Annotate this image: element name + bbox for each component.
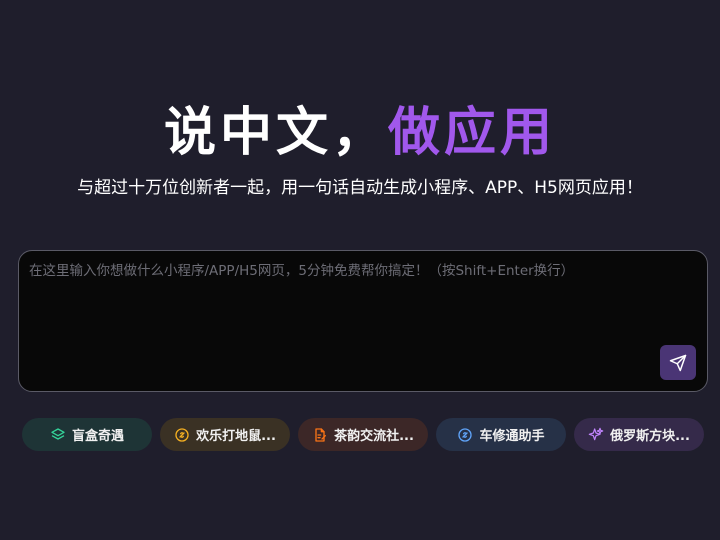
hero-title: 说中文，做应用 xyxy=(0,100,720,166)
prompt-input[interactable] xyxy=(29,261,659,351)
prompt-box xyxy=(18,250,708,392)
chip-label: 欢乐打地鼠... xyxy=(196,429,276,444)
hero-title-primary: 说中文， xyxy=(163,103,388,163)
document-edit-icon xyxy=(315,427,327,442)
chip-label: 车修通助手 xyxy=(479,429,545,444)
layers-icon xyxy=(51,427,65,440)
link-icon xyxy=(458,427,473,442)
link-icon xyxy=(175,427,189,442)
chip-whack-a-mole[interactable]: 欢乐打地鼠... xyxy=(160,418,290,451)
chip-label: 茶韵交流社... xyxy=(334,429,414,444)
chip-tetris[interactable]: 俄罗斯方块... xyxy=(574,418,704,451)
chip-blind-box[interactable]: 盲盒奇遇 xyxy=(22,418,152,451)
chip-tea-community[interactable]: 茶韵交流社... xyxy=(298,418,428,451)
send-icon xyxy=(669,354,687,371)
send-button[interactable] xyxy=(660,345,696,380)
page: 说中文，做应用 与超过十万位创新者一起，用一句话自动生成小程序、APP、H5网页… xyxy=(0,0,720,540)
hero-title-accent: 做应用 xyxy=(388,103,557,163)
chip-car-repair[interactable]: 车修通助手 xyxy=(436,418,566,451)
suggestion-chips: 盲盒奇遇 欢乐打地鼠... 茶韵交流社... 车修通助手 俄罗斯方块... xyxy=(22,418,712,451)
chip-label: 盲盒奇遇 xyxy=(71,429,124,444)
hero-subtitle: 与超过十万位创新者一起，用一句话自动生成小程序、APP、H5网页应用！ xyxy=(77,178,643,198)
chip-label: 俄罗斯方块... xyxy=(610,429,690,444)
sparkles-icon xyxy=(588,427,604,440)
